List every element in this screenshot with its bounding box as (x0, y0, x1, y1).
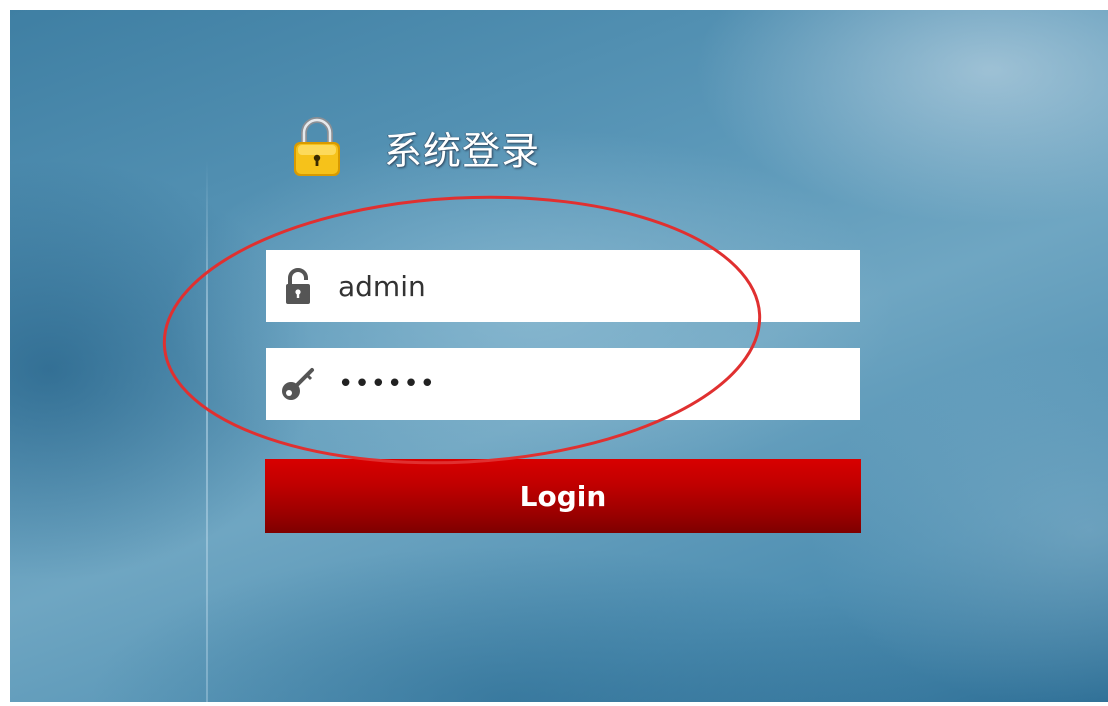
password-field[interactable]: •••••• (266, 348, 860, 420)
login-header: 系统登录 (292, 116, 540, 178)
padlock-icon (294, 117, 340, 176)
username-field[interactable]: admin (266, 250, 860, 322)
login-button[interactable]: Login (265, 459, 861, 533)
lock-icon (286, 268, 310, 304)
username-value: admin (338, 269, 426, 303)
key-icon (282, 368, 314, 400)
login-title: 系统登录 (384, 128, 541, 173)
background-divider (206, 160, 208, 702)
password-value: •••••• (338, 369, 437, 399)
screenshot-frame: 系统登录 admin •••••• Login (0, 0, 1108, 706)
